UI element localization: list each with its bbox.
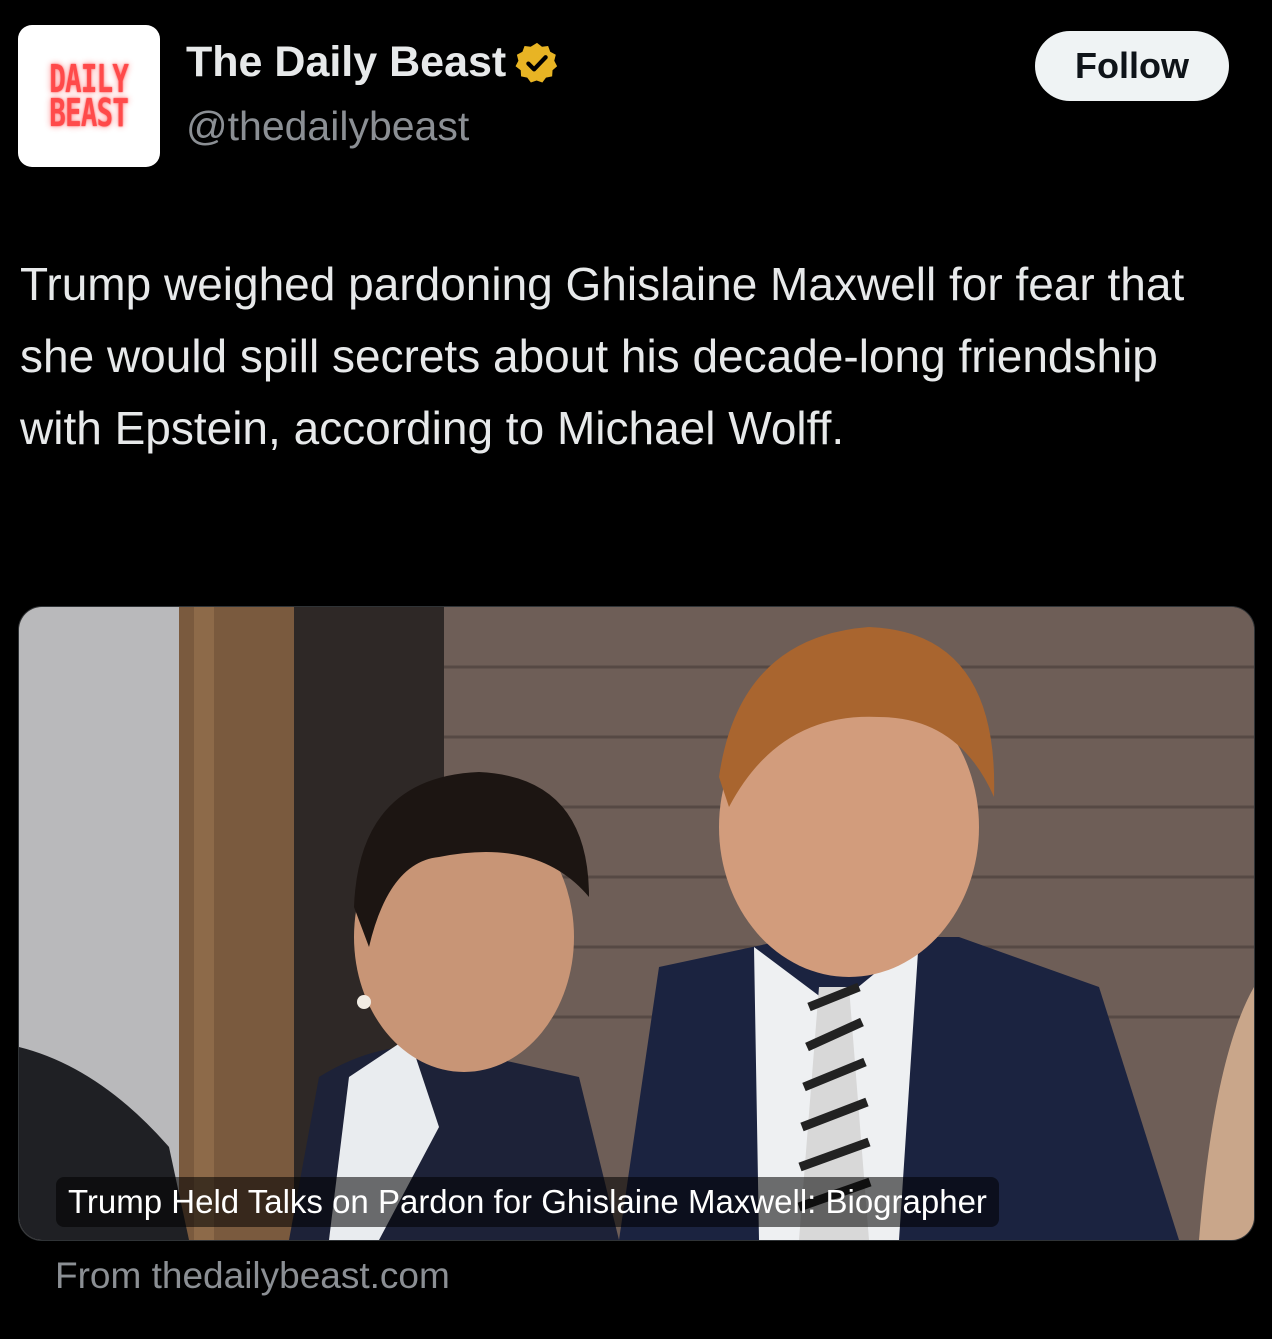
logo-text-line2: BEAST bbox=[49, 91, 129, 135]
link-card[interactable]: Trump Held Talks on Pardon for Ghislaine… bbox=[18, 606, 1255, 1241]
display-name-text: The Daily Beast bbox=[186, 38, 507, 86]
link-card-title: Trump Held Talks on Pardon for Ghislaine… bbox=[56, 1177, 999, 1227]
tweet-text: Trump weighed pardoning Ghislaine Maxwel… bbox=[20, 258, 1185, 454]
article-photo bbox=[19, 607, 1254, 1240]
follow-button[interactable]: Follow bbox=[1035, 31, 1229, 101]
account-handle[interactable]: @thedailybeast bbox=[186, 103, 469, 150]
avatar[interactable]: DAILY BEAST bbox=[18, 25, 160, 167]
display-name[interactable]: The Daily Beast bbox=[186, 38, 560, 87]
link-source[interactable]: From thedailybeast.com bbox=[55, 1255, 450, 1297]
verified-badge-icon bbox=[515, 42, 558, 83]
